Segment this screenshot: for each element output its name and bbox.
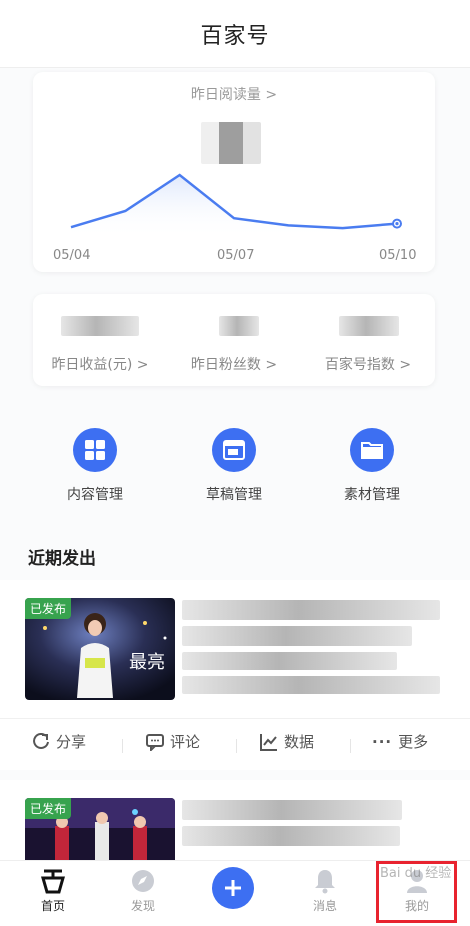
page-title: 百家号 [200, 23, 270, 49]
followers-label: 昨日粉丝数 > [190, 357, 278, 373]
x-axis-label-mid: 05/07 [217, 248, 255, 263]
draft-icon [212, 428, 256, 472]
more-label: 更多 [398, 733, 429, 751]
content-management-button[interactable]: 内容管理 [40, 428, 150, 504]
data-label: 数据 [284, 733, 315, 751]
published-badge: 已发布 [25, 598, 72, 619]
stat-earnings[interactable]: 昨日收益(元) > [33, 294, 167, 386]
post-title-blurred-2 [182, 826, 400, 846]
more-button[interactable]: ··· 更多 [372, 731, 428, 752]
more-dots-icon: ··· [372, 732, 393, 751]
material-management-button[interactable]: 素材管理 [317, 428, 427, 504]
reads-line-chart [70, 173, 402, 238]
share-label: 分享 [56, 733, 87, 751]
plus-icon [225, 880, 241, 896]
highlight-box-my-tab [376, 861, 457, 923]
app-header: 百家号 [0, 0, 470, 68]
tab-messages[interactable]: 消息 [290, 867, 360, 914]
x-axis-label-end: 05/10 [379, 248, 417, 263]
share-icon [33, 732, 49, 749]
reads-value-blurred [201, 122, 261, 164]
account-stats-card: 昨日收益(元) > 昨日粉丝数 > 百家号指数 > [33, 294, 435, 386]
share-button[interactable]: 分享 [32, 731, 86, 752]
home-icon [18, 867, 88, 895]
material-management-label: 素材管理 [344, 487, 400, 503]
read-stats-card[interactable]: 昨日阅读量 > 05/04 05/07 05/10 [33, 72, 435, 272]
bell-icon [290, 867, 360, 895]
content-management-label: 内容管理 [67, 487, 123, 503]
comment-button[interactable]: 评论 [146, 731, 200, 752]
recent-posts-heading: 近期发出 [28, 549, 96, 569]
earnings-value-blurred [61, 316, 139, 336]
comment-icon [146, 733, 164, 751]
post-action-bar: 分享 评论 数据 ··· 更多 [0, 718, 470, 762]
draft-management-label: 草稿管理 [206, 487, 262, 503]
tab-discover-label: 发现 [130, 899, 155, 913]
divider [350, 739, 351, 753]
compass-icon [108, 867, 178, 895]
followers-value-blurred [219, 316, 259, 336]
index-label: 百家号指数 > [324, 357, 412, 373]
thumbnail-caption: 最亮 [129, 652, 165, 673]
draft-management-button[interactable]: 草稿管理 [179, 428, 289, 504]
post-title-blurred [182, 800, 402, 820]
divider [236, 739, 237, 753]
post-title-blurred-2 [182, 626, 412, 646]
post-thumbnail[interactable]: 已发布 [25, 798, 175, 860]
yesterday-reads-link[interactable]: 昨日阅读量 > [33, 84, 435, 104]
post-meta-blurred [182, 652, 397, 670]
chart-point-center [395, 222, 399, 226]
tab-home[interactable]: 首页 [18, 867, 88, 914]
post-thumbnail[interactable]: 最亮 已发布 [25, 598, 175, 700]
post-card[interactable]: 最亮 已发布 分享 评论 数据 ··· 更多 [0, 580, 470, 770]
tab-messages-label: 消息 [312, 899, 337, 913]
stat-index[interactable]: 百家号指数 > [301, 294, 435, 386]
x-axis-label-start: 05/04 [53, 248, 91, 263]
grid-icon [73, 428, 117, 472]
line-chart-icon [260, 733, 277, 751]
index-value-blurred [339, 316, 399, 336]
post-meta-blurred-2 [182, 676, 440, 694]
post-title-blurred [182, 600, 440, 620]
earnings-label: 昨日收益(元) > [51, 357, 149, 373]
published-badge: 已发布 [25, 798, 72, 819]
publish-button[interactable] [212, 867, 254, 909]
tab-discover[interactable]: 发现 [108, 867, 178, 914]
post-card[interactable]: 已发布 [0, 780, 470, 860]
divider [122, 739, 123, 753]
folder-icon [350, 428, 394, 472]
data-button[interactable]: 数据 [260, 731, 314, 752]
stat-followers[interactable]: 昨日粉丝数 > [167, 294, 301, 386]
tab-home-label: 首页 [40, 899, 65, 913]
comment-label: 评论 [170, 733, 201, 751]
main-content[interactable]: 昨日阅读量 > 05/04 05/07 05/10 昨日收益(元) > 昨日粉丝… [0, 68, 470, 860]
